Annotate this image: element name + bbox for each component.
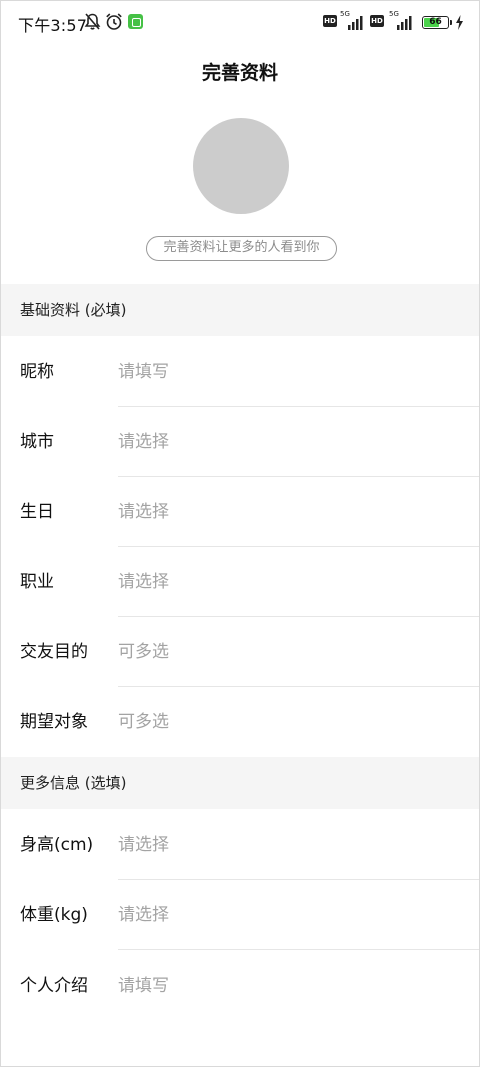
- avatar-upload[interactable]: [193, 118, 289, 214]
- battery-level: 66: [429, 17, 442, 27]
- row-label: 职业: [20, 572, 54, 592]
- dating-purpose-select[interactable]: 可多选: [118, 617, 169, 687]
- occupation-select[interactable]: 请选择: [118, 547, 169, 617]
- height-select[interactable]: 请选择: [118, 810, 169, 880]
- alarm-icon: [106, 13, 122, 30]
- row-height[interactable]: 身高(cm) 请选择: [1, 810, 479, 880]
- weight-select[interactable]: 请选择: [118, 880, 169, 950]
- expected-partner-select[interactable]: 可多选: [118, 687, 169, 757]
- row-nickname[interactable]: 昵称 请填写: [1, 337, 479, 407]
- hd-badge-2: HD: [370, 15, 384, 27]
- app-notification-icon: [128, 14, 143, 29]
- page-title: 完善资料: [201, 62, 278, 84]
- birthday-select[interactable]: 请选择: [118, 477, 169, 547]
- row-label: 交友目的: [20, 642, 88, 662]
- row-label: 个人介绍: [20, 976, 88, 996]
- row-occupation[interactable]: 职业 请选择: [1, 547, 479, 617]
- row-weight[interactable]: 体重(kg) 请选择: [1, 880, 479, 950]
- status-bar: 下午3:57 HD 5G HD 5G 66: [1, 1, 479, 43]
- city-select[interactable]: 请选择: [118, 407, 169, 477]
- signal-icon-2: [397, 16, 412, 30]
- introduction-input[interactable]: 请填写: [118, 951, 169, 1021]
- row-label: 城市: [20, 432, 54, 452]
- row-expected-partner[interactable]: 期望对象 可多选: [1, 687, 479, 757]
- section-basic-header: 基础资料 (必填): [1, 284, 479, 336]
- row-introduction[interactable]: 个人介绍 请填写: [1, 951, 479, 1021]
- charging-icon: [456, 15, 463, 30]
- row-label: 昵称: [20, 362, 54, 382]
- bell-muted-icon: [84, 13, 101, 30]
- row-dating-purpose[interactable]: 交友目的 可多选: [1, 617, 479, 687]
- row-birthday[interactable]: 生日 请选择: [1, 477, 479, 547]
- section-more-header: 更多信息 (选填): [1, 757, 479, 809]
- divider: [118, 949, 479, 950]
- signal-icon: [348, 16, 363, 30]
- battery-icon: 66: [422, 16, 449, 29]
- row-city[interactable]: 城市 请选择: [1, 407, 479, 477]
- battery-tip: [450, 20, 452, 25]
- status-time: 下午3:57: [18, 16, 88, 35]
- hd-badge: HD: [323, 15, 337, 27]
- row-label: 生日: [20, 502, 54, 522]
- row-label: 期望对象: [20, 712, 88, 732]
- nickname-input[interactable]: 请填写: [118, 337, 169, 407]
- row-label: 身高(cm): [20, 835, 94, 855]
- row-label: 体重(kg): [20, 905, 88, 925]
- avatar-tip: 完善资料让更多的人看到你: [146, 236, 337, 261]
